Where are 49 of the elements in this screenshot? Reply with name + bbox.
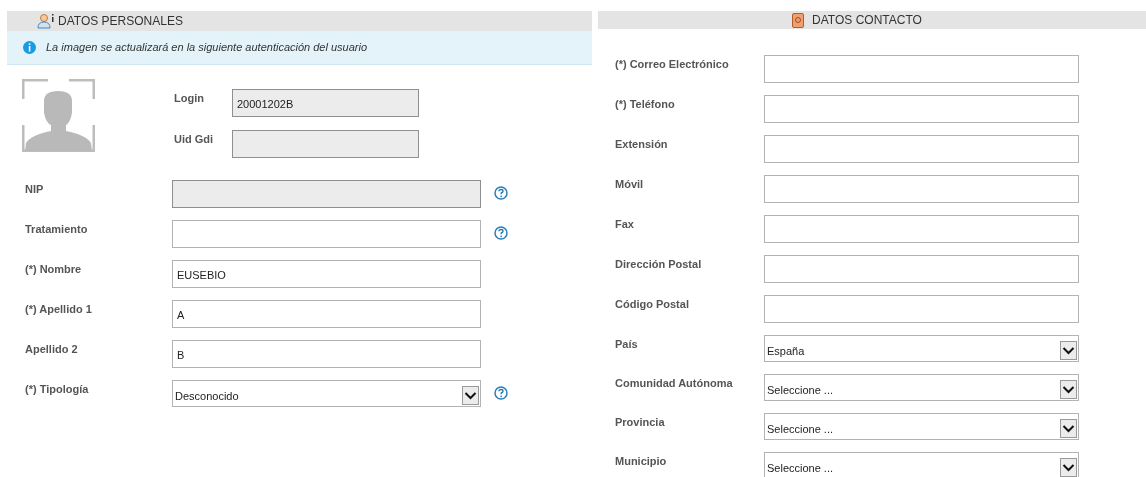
chevron-down-icon (1060, 341, 1077, 360)
input-field[interactable] (764, 295, 1079, 323)
field-label: Móvil (615, 177, 645, 192)
field-label: Municipio (615, 454, 668, 469)
input-field[interactable] (764, 55, 1079, 83)
field-label: Tratamiento (25, 222, 89, 237)
input-field[interactable] (764, 135, 1079, 163)
input-field[interactable]: EUSEBIO (172, 260, 481, 288)
chevron-down-icon (1060, 458, 1077, 477)
input-field[interactable]: B (172, 340, 481, 368)
chevron-down-icon (462, 386, 479, 405)
field-label: (*) Tipología (25, 382, 90, 397)
info-icon (23, 41, 36, 54)
field-label: País (615, 337, 639, 352)
dropdown-field[interactable]: Desconocido (172, 380, 481, 407)
field-label: (*) Nombre (25, 262, 83, 277)
address-book-icon (792, 12, 805, 28)
input-field[interactable]: A (172, 300, 481, 328)
field-label: Fax (615, 217, 635, 232)
notice-text: La imagen se actualizará en la siguiente autenticación del usuario (46, 40, 368, 56)
input-field[interactable] (764, 215, 1079, 243)
field-label: (*) Correo Electrónico (615, 57, 730, 72)
input-field[interactable] (172, 220, 481, 248)
section-title: DATOS PERSONALES (58, 13, 183, 30)
field-label: Apellido 2 (25, 342, 79, 357)
field-label: Provincia (615, 415, 666, 430)
field-label: Dirección Postal (615, 257, 703, 272)
help-icon[interactable] (494, 386, 508, 400)
field-label: Uid Gdi (174, 132, 215, 147)
section-title: DATOS CONTACTO (812, 12, 922, 29)
chevron-down-icon (1060, 419, 1077, 438)
field-label: (*) Teléfono (615, 97, 676, 112)
dropdown-field[interactable]: España (764, 335, 1079, 362)
field-label: NIP (25, 182, 45, 197)
input-field[interactable] (764, 95, 1079, 123)
field-label: Login (174, 91, 205, 106)
field-label: Comunidad Autónoma (615, 376, 734, 391)
dropdown-field[interactable]: Seleccione ... (764, 374, 1079, 401)
avatar-placeholder-icon (22, 79, 95, 152)
user-info-icon (37, 13, 55, 29)
field-label: (*) Apellido 1 (25, 302, 93, 317)
dropdown-field[interactable]: Seleccione ... (764, 413, 1079, 440)
chevron-down-icon (1060, 380, 1077, 399)
help-icon[interactable] (494, 226, 508, 240)
dropdown-field[interactable]: Seleccione ... (764, 452, 1079, 477)
field-label: Extensión (615, 137, 669, 152)
input-field[interactable] (764, 255, 1079, 283)
input-field[interactable] (764, 175, 1079, 203)
field-label: Código Postal (615, 297, 690, 312)
